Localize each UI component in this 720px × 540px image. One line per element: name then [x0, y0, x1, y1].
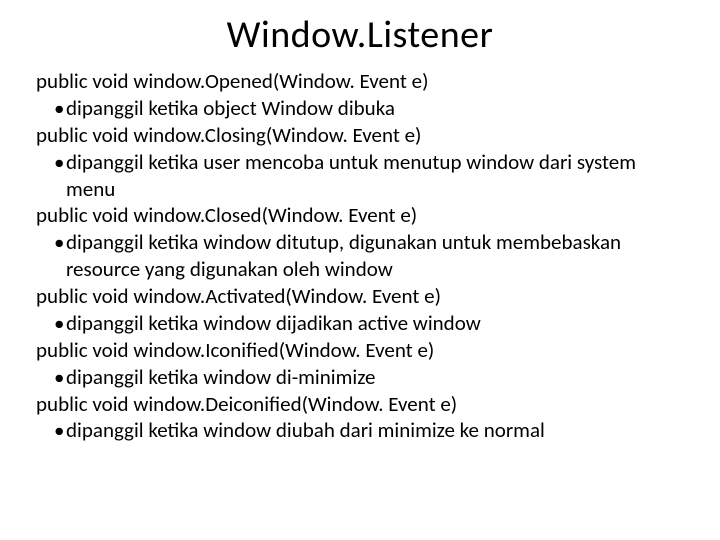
method-signature: public void window.Activated(Window. Eve… [36, 283, 684, 310]
slide-title: Window.Listener [36, 12, 684, 58]
method-signature: public void window.Deiconified(Window. E… [36, 391, 684, 418]
slide-body: public void window.Opened(Window. Event … [36, 68, 684, 444]
bullet-icon: • [36, 95, 60, 122]
bullet-item: • dipanggil ketika user mencoba untuk me… [36, 149, 684, 203]
bullet-text: dipanggil ketika window dijadikan active… [60, 310, 684, 337]
bullet-icon: • [36, 364, 60, 391]
bullet-item: • dipanggil ketika object Window dibuka [36, 95, 684, 122]
bullet-item: • dipanggil ketika window diubah dari mi… [36, 417, 684, 444]
bullet-text: dipanggil ketika user mencoba untuk menu… [60, 149, 684, 203]
bullet-icon: • [36, 310, 60, 337]
bullet-icon: • [36, 417, 60, 444]
bullet-item: • dipanggil ketika window ditutup, digun… [36, 229, 684, 283]
method-signature: public void window.Closed(Window. Event … [36, 202, 684, 229]
bullet-icon: • [36, 149, 60, 176]
slide: Window.Listener public void window.Opene… [0, 0, 720, 540]
method-signature: public void window.Iconified(Window. Eve… [36, 337, 684, 364]
bullet-text: dipanggil ketika window ditutup, digunak… [60, 229, 684, 283]
bullet-icon: • [36, 229, 60, 256]
method-signature: public void window.Closing(Window. Event… [36, 122, 684, 149]
bullet-text: dipanggil ketika window diubah dari mini… [60, 417, 684, 444]
bullet-item: • dipanggil ketika window dijadikan acti… [36, 310, 684, 337]
bullet-item: • dipanggil ketika window di-minimize [36, 364, 684, 391]
method-signature: public void window.Opened(Window. Event … [36, 68, 684, 95]
bullet-text: dipanggil ketika object Window dibuka [60, 95, 684, 122]
bullet-text: dipanggil ketika window di-minimize [60, 364, 684, 391]
